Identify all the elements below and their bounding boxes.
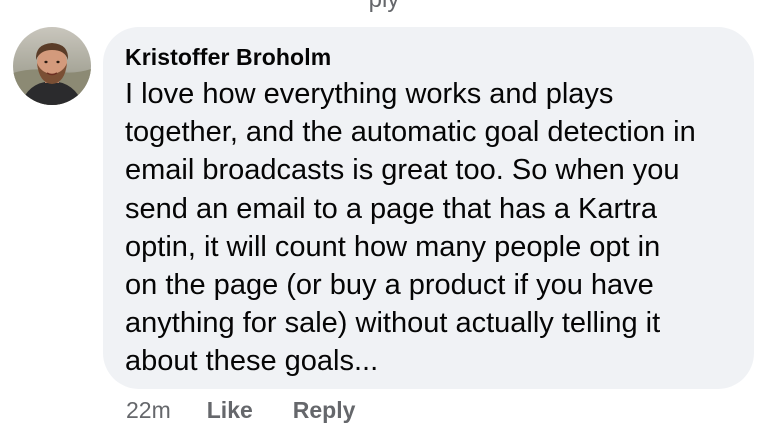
comment-bubble: Kristoffer Broholm I love how everything… bbox=[103, 27, 754, 389]
previous-comment-reply-link-cut[interactable]: ply bbox=[0, 0, 768, 13]
comment-line: send an email to a page that has a Kartr… bbox=[125, 192, 658, 225]
comment-line: about these goals... bbox=[125, 345, 379, 378]
reply-button[interactable]: Reply bbox=[293, 397, 356, 424]
comment-timestamp[interactable]: 22m bbox=[126, 397, 171, 424]
user-avatar-photo-icon bbox=[13, 27, 91, 105]
comment-line: optin, it will count how many people opt… bbox=[125, 230, 661, 263]
comment-actions: 22m Like Reply bbox=[126, 393, 355, 427]
like-button[interactable]: Like bbox=[207, 397, 253, 424]
comment-line: anything for sale) without actually tell… bbox=[125, 307, 661, 340]
comment-line: I love how everything works and plays bbox=[125, 78, 614, 110]
avatar[interactable] bbox=[13, 27, 91, 105]
comment-text: I love how everything works and plays to… bbox=[125, 75, 734, 381]
comment-line: email broadcasts is great too. So when y… bbox=[125, 154, 680, 187]
comment-line: together, and the automatic goal detecti… bbox=[125, 116, 696, 149]
comment-line: on the page (or buy a product if you hav… bbox=[125, 269, 654, 302]
comment-author-name[interactable]: Kristoffer Broholm bbox=[125, 41, 734, 73]
